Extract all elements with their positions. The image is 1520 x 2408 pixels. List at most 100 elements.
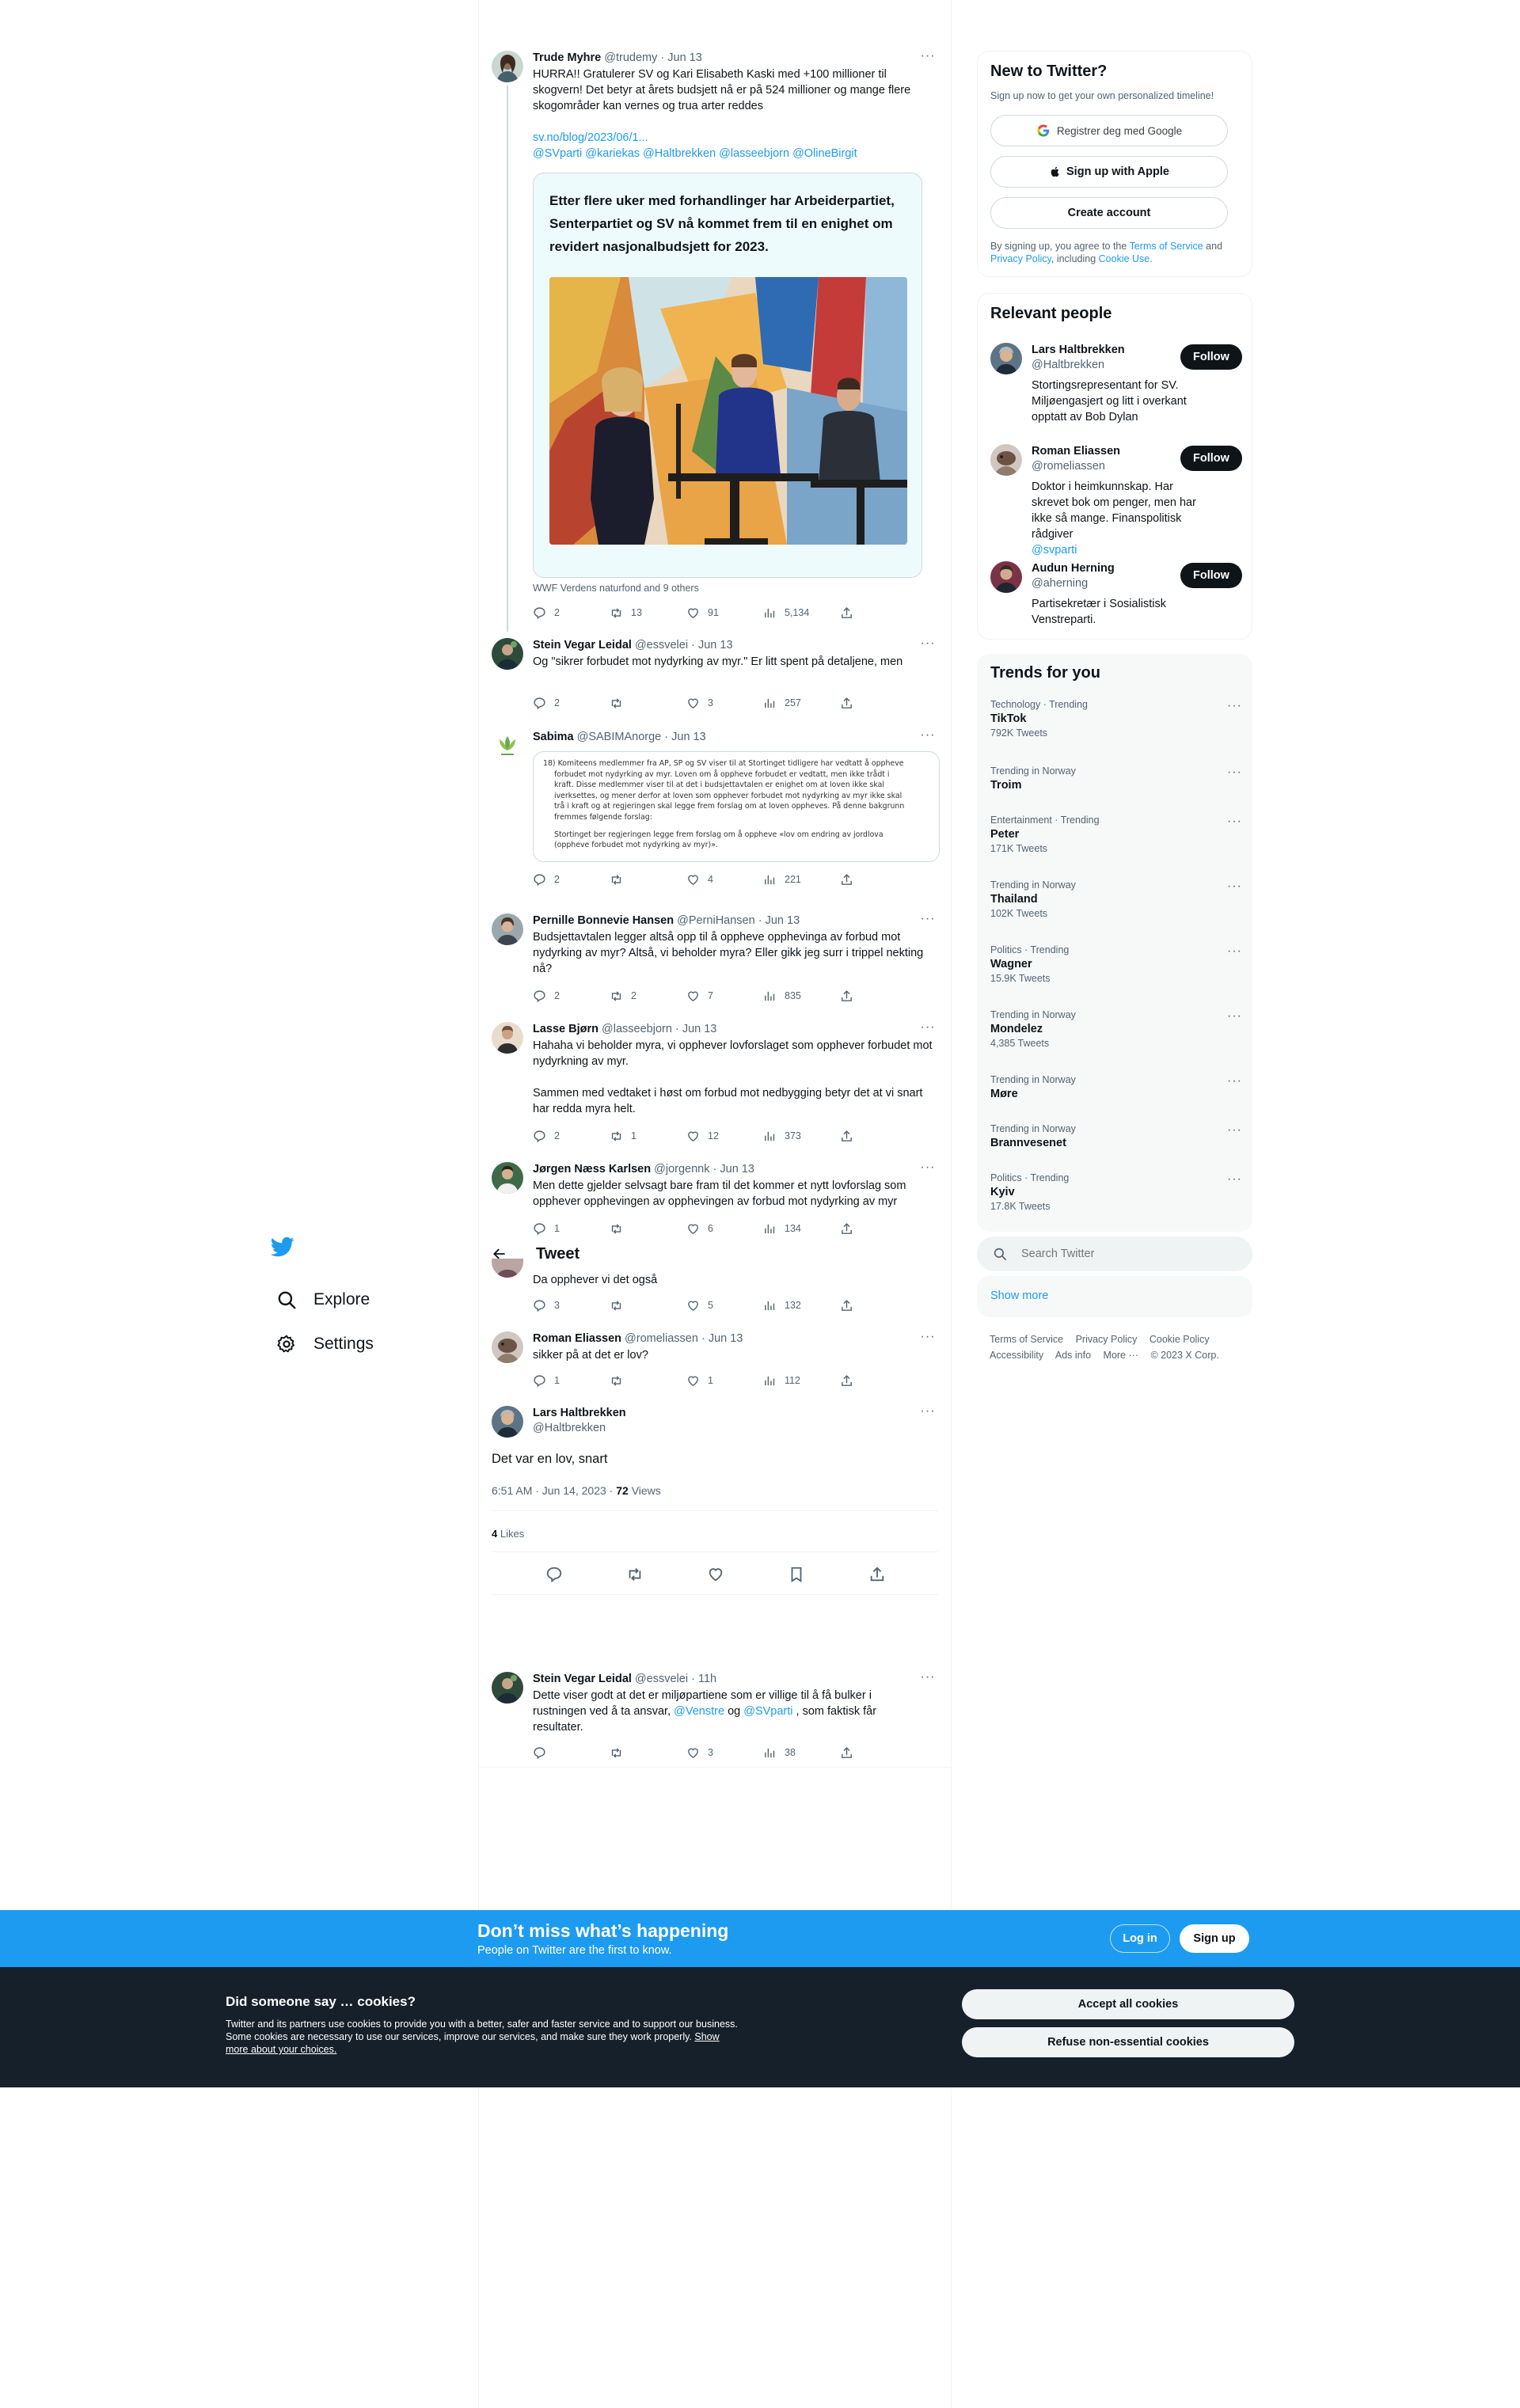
- person-handle[interactable]: @aherning: [1032, 577, 1088, 590]
- tweet-time[interactable]: Jun 13: [667, 51, 702, 64]
- author-name[interactable]: Stein Vegar Leidal: [533, 1673, 632, 1685]
- accept-cookies-button[interactable]: Accept all cookies: [962, 1989, 1294, 2019]
- author-name[interactable]: Roman Eliassen: [533, 1332, 621, 1345]
- more-options-icon[interactable]: ···: [1227, 1074, 1242, 1088]
- author-handle[interactable]: @lasseebjorn: [602, 1023, 672, 1035]
- retweet-button[interactable]: [610, 1222, 686, 1236]
- author-handle[interactable]: @essvelei: [635, 639, 688, 651]
- share-icon[interactable]: [868, 1566, 886, 1583]
- views-button[interactable]: 5,134: [763, 606, 840, 620]
- reply-button[interactable]: 2: [533, 989, 610, 1003]
- reply-button[interactable]: 2: [533, 697, 610, 710]
- retweet-button[interactable]: [610, 1374, 686, 1388]
- trend-item[interactable]: Politics · Trending Wagner 15.9K Tweets ···: [990, 944, 1242, 984]
- like-button[interactable]: 3: [686, 1746, 763, 1760]
- reply-icon[interactable]: [545, 1566, 563, 1583]
- tweet-time[interactable]: Jun 13: [682, 1023, 717, 1035]
- trend-item[interactable]: Trending in Norway Brannvesenet ···: [990, 1123, 1242, 1149]
- like-button[interactable]: 7: [686, 989, 763, 1003]
- author-handle[interactable]: @SABIMAnorge: [577, 731, 662, 743]
- reply-button[interactable]: 2: [533, 1130, 610, 1143]
- avatar[interactable]: [492, 1162, 523, 1194]
- follow-button[interactable]: Follow: [1180, 344, 1242, 370]
- reply-button[interactable]: [533, 1746, 610, 1760]
- share-button[interactable]: [840, 989, 861, 1003]
- more-options-icon[interactable]: ···: [918, 1405, 938, 1422]
- tweet-trude-myhre[interactable]: ··· Trude Myhre @trudemy · Jun 13 HURRA!…: [479, 50, 952, 621]
- mention-link[interactable]: @SVparti: [743, 1705, 792, 1718]
- reply-button[interactable]: 1: [533, 1374, 610, 1388]
- author-handle[interactable]: @PerniHansen: [677, 914, 755, 927]
- more-options-icon[interactable]: ···: [918, 913, 938, 929]
- reply-button[interactable]: 2: [533, 606, 610, 620]
- like-button[interactable]: 91: [686, 606, 763, 620]
- cookie-use-link[interactable]: Cookie Use: [1099, 253, 1150, 264]
- avatar[interactable]: [492, 1259, 523, 1278]
- share-button[interactable]: [840, 697, 861, 710]
- avatar[interactable]: [492, 1022, 523, 1054]
- views-button[interactable]: 38: [763, 1746, 840, 1760]
- refuse-cookies-button[interactable]: Refuse non-essential cookies: [962, 2027, 1294, 2057]
- share-button[interactable]: [840, 1746, 861, 1760]
- tweet-time[interactable]: Jun 13: [671, 731, 706, 743]
- tweet-mentions[interactable]: @SVparti @kariekas @Haltbrekken @lasseeb…: [533, 146, 937, 161]
- retweet-button[interactable]: [610, 697, 686, 710]
- trend-item[interactable]: Technology · Trending TikTok 792K Tweets ··…: [990, 699, 1242, 739]
- more-options-icon[interactable]: ···: [918, 1161, 938, 1178]
- like-button[interactable]: 4: [686, 873, 763, 887]
- author-name[interactable]: Trude Myhre: [533, 51, 601, 64]
- tweet-time[interactable]: Jun 13: [709, 1332, 743, 1345]
- privacy-policy-link[interactable]: Privacy Policy: [990, 253, 1051, 264]
- tweet-time[interactable]: 11h: [698, 1673, 716, 1685]
- more-options-icon[interactable]: ···: [1227, 944, 1242, 959]
- search-bar[interactable]: [977, 1236, 1252, 1271]
- tweet-roman-eliassen[interactable]: ··· Roman Eliassen @romeliassen · Jun 13…: [479, 1331, 952, 1388]
- avatar[interactable]: [990, 343, 1022, 374]
- share-button[interactable]: [840, 1130, 861, 1143]
- avatar[interactable]: [492, 1406, 523, 1438]
- more-options-icon[interactable]: ···: [918, 50, 938, 66]
- search-input[interactable]: [1021, 1248, 1227, 1260]
- views-button[interactable]: 835: [763, 989, 840, 1003]
- more-options-icon[interactable]: ···: [1227, 699, 1242, 713]
- retweet-button[interactable]: [610, 873, 686, 887]
- more-options-icon[interactable]: ···: [918, 729, 938, 746]
- media-tagged-people[interactable]: WWF Verdens naturfond and 9 others: [533, 583, 940, 594]
- more-options-icon[interactable]: ···: [1227, 879, 1242, 894]
- footer-link[interactable]: Privacy Policy: [1076, 1334, 1138, 1345]
- signup-button[interactable]: Sign up: [1180, 1924, 1249, 1953]
- reply-button[interactable]: 3: [533, 1299, 610, 1312]
- author-name[interactable]: Sabima: [533, 731, 574, 743]
- more-options-icon[interactable]: ···: [918, 1671, 938, 1688]
- trend-item[interactable]: Politics · Trending Kyiv 17.8K Tweets ···: [990, 1172, 1242, 1212]
- tweet-jorgen-naess-karlsen[interactable]: ··· Jørgen Næss Karlsen @jorgennk · Jun …: [479, 1161, 952, 1236]
- heart-icon[interactable]: [707, 1566, 724, 1583]
- footer-link[interactable]: Cookie Policy: [1150, 1334, 1210, 1345]
- person-name[interactable]: Roman Eliassen: [1032, 444, 1120, 459]
- person-handle[interactable]: @Haltbrekken: [1032, 359, 1104, 371]
- author-name[interactable]: Lasse Bjørn: [533, 1023, 598, 1035]
- like-button[interactable]: 5: [686, 1299, 763, 1312]
- bio-mention-link[interactable]: @svparti: [1032, 542, 1198, 558]
- tweet-reply-stein-vegar-leidal[interactable]: ··· Stein Vegar Leidal @essvelei · 11h D…: [479, 1671, 952, 1760]
- person-name[interactable]: Lars Haltbrekken: [1032, 343, 1125, 358]
- avatar[interactable]: [492, 1331, 523, 1363]
- retweet-button[interactable]: 2: [610, 989, 686, 1003]
- apple-signup-button[interactable]: Sign up with Apple: [990, 156, 1228, 188]
- mention-link[interactable]: @Venstre: [674, 1705, 724, 1718]
- reply-button[interactable]: 2: [533, 873, 610, 887]
- trend-item[interactable]: Trending in Norway Mondelez 4,385 Tweets ··…: [990, 1009, 1242, 1049]
- trend-item[interactable]: Entertainment · Trending Peter 171K Tweets…: [990, 815, 1242, 854]
- like-button[interactable]: 3: [686, 697, 763, 710]
- terms-of-service-link[interactable]: Terms of Service: [1130, 241, 1203, 252]
- retweet-button[interactable]: 1: [610, 1130, 686, 1143]
- trend-item[interactable]: Trending in Norway Thailand 102K Tweets ···: [990, 879, 1242, 919]
- author-handle[interactable]: @essvelei: [635, 1673, 688, 1685]
- press-conference-photo[interactable]: [549, 277, 907, 545]
- person-name[interactable]: Audun Herning: [1032, 561, 1115, 576]
- share-button[interactable]: [840, 873, 861, 887]
- author-name[interactable]: Lars Haltbrekken: [533, 1406, 940, 1421]
- login-button[interactable]: Log in: [1110, 1924, 1170, 1953]
- tweet-timestamp[interactable]: 6:51 AM · Jun 14, 2023: [492, 1484, 606, 1497]
- author-name[interactable]: Stein Vegar Leidal: [533, 639, 632, 651]
